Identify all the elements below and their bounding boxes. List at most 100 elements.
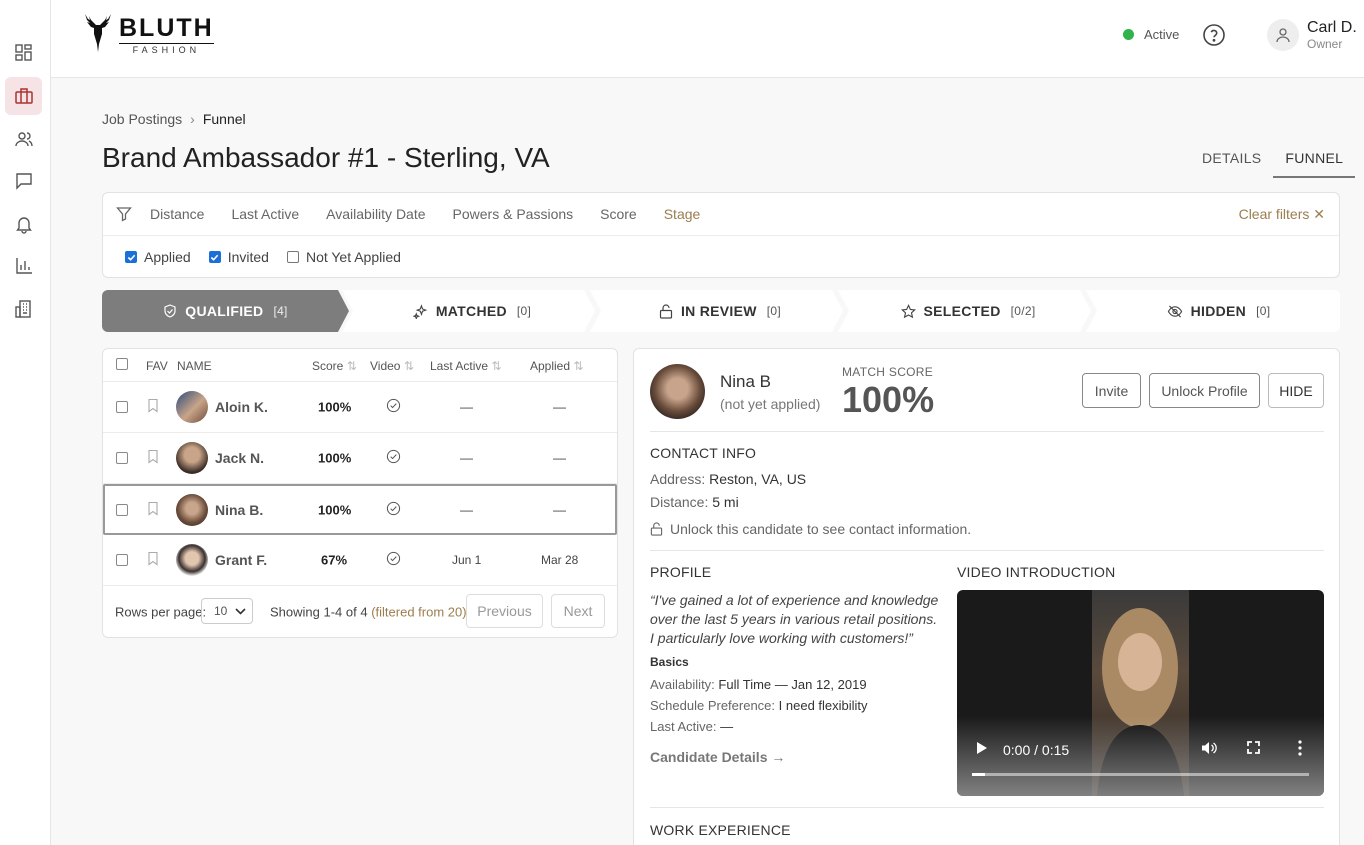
table-row[interactable]: Jack N. 100% — — <box>103 433 617 484</box>
filter-availability-date[interactable]: Availability Date <box>326 206 425 222</box>
stage-qualified[interactable]: QUALIFIED [4] <box>102 290 349 332</box>
video-check-icon <box>386 449 401 467</box>
tab-funnel[interactable]: FUNNEL <box>1273 146 1356 178</box>
checkbox-applied[interactable]: Applied <box>125 249 191 265</box>
checkbox-label: Applied <box>144 249 191 265</box>
candidate-name: Nina B <box>720 372 772 391</box>
brand-logo[interactable]: BLUTH FASHION <box>81 12 214 56</box>
video-progress-bar[interactable] <box>972 773 1309 776</box>
sidebar-item-jobs[interactable] <box>5 77 42 115</box>
distance-label: Distance: <box>650 494 709 510</box>
bookmark-icon[interactable] <box>147 551 159 569</box>
invite-button[interactable]: Invite <box>1082 373 1141 408</box>
availability-value: Full Time — Jan 12, 2019 <box>718 677 867 692</box>
last-active: — <box>460 450 473 466</box>
column-score[interactable]: Score ⇅ <box>312 359 357 373</box>
filter-last-active[interactable]: Last Active <box>231 206 299 222</box>
sidebar-item-notifications[interactable] <box>5 205 42 243</box>
candidate-name[interactable]: Aloin K. <box>215 399 268 415</box>
table-footer: Rows per page: 10 Showing 1-4 of 4 (filt… <box>103 586 617 637</box>
sidebar-item-messages[interactable] <box>5 162 42 200</box>
checkbox-invited[interactable]: Invited <box>208 249 269 265</box>
video-player[interactable]: 0:00 / 0:15 <box>957 590 1324 796</box>
filter-powers-passions[interactable]: Powers & Passions <box>453 206 574 222</box>
top-bar: BLUTH FASHION Active Carl D. Owner <box>51 0 1364 78</box>
address-value: Reston, VA, US <box>709 471 807 487</box>
unlock-profile-button[interactable]: Unlock Profile <box>1149 373 1260 408</box>
bookmark-icon[interactable] <box>147 449 159 467</box>
tab-details[interactable]: DETAILS <box>1190 146 1273 178</box>
schedule-value: I need flexibility <box>778 698 868 713</box>
fullscreen-icon[interactable] <box>1247 741 1260 757</box>
candidate-name[interactable]: Nina B. <box>215 502 263 518</box>
checkbox-checked[interactable] <box>208 251 221 263</box>
address-label: Address: <box>650 471 706 487</box>
stage-label: HIDDEN <box>1190 303 1247 319</box>
next-button[interactable]: Next <box>551 594 605 628</box>
hide-button[interactable]: HIDE <box>1268 373 1324 408</box>
brand-name: BLUTH <box>119 13 214 42</box>
status-indicator[interactable]: Active <box>1123 27 1179 42</box>
select-all-checkbox[interactable] <box>116 358 128 370</box>
stage-in-review[interactable]: IN REVIEW [0] <box>601 290 839 332</box>
rows-per-page-select[interactable]: 10 <box>201 598 253 624</box>
column-video[interactable]: Video ⇅ <box>370 359 414 373</box>
briefcase-icon <box>14 88 33 104</box>
candidate-status: (not yet applied) <box>720 396 821 412</box>
bookmark-icon[interactable] <box>147 398 159 416</box>
candidate-name[interactable]: Jack N. <box>215 450 264 466</box>
column-last-active[interactable]: Last Active ⇅ <box>430 359 501 373</box>
column-name[interactable]: NAME <box>177 359 212 373</box>
basics-heading: Basics <box>650 655 689 669</box>
user-menu[interactable]: Carl D. Owner <box>1267 18 1357 51</box>
sidebar-item-analytics[interactable] <box>5 247 42 285</box>
last-active-value: — <box>720 719 734 734</box>
contact-distance: Distance: 5 mi <box>650 494 739 510</box>
table-row[interactable]: Aloin K. 100% — — <box>103 382 617 433</box>
table-row[interactable]: Grant F. 67% Jun 1 Mar 28 <box>103 535 617 586</box>
checkbox-unchecked[interactable] <box>286 251 299 263</box>
stage-selected[interactable]: SELECTED [0/2] <box>849 290 1087 332</box>
applied-date: — <box>553 502 566 517</box>
lock-note-text: Unlock this candidate to see contact inf… <box>670 521 972 537</box>
filter-panel: Distance Last Active Availability Date P… <box>102 192 1340 278</box>
table-row-selected[interactable]: Nina B. 100% — — <box>103 484 617 535</box>
row-checkbox[interactable] <box>116 554 128 566</box>
sidebar-item-company[interactable] <box>5 290 42 328</box>
user-role: Owner <box>1307 37 1343 51</box>
last-active: — <box>460 399 473 415</box>
more-options-icon[interactable] <box>1298 740 1302 759</box>
stage-matched[interactable]: MATCHED [0] <box>353 290 591 332</box>
bookmark-icon[interactable] <box>147 501 159 518</box>
row-checkbox[interactable] <box>116 503 128 516</box>
filter-distance[interactable]: Distance <box>150 206 204 222</box>
filter-stage[interactable]: Stage <box>664 206 701 222</box>
candidate-details-link[interactable]: Candidate Details → <box>650 749 785 765</box>
video-time: 0:00 / 0:15 <box>1003 742 1070 758</box>
contact-address: Address: Reston, VA, US <box>650 471 806 487</box>
column-applied[interactable]: Applied ⇅ <box>530 359 583 373</box>
stage-hidden[interactable]: HIDDEN [0] <box>1097 290 1340 332</box>
play-icon[interactable] <box>976 741 988 758</box>
status-label: Active <box>1144 27 1180 42</box>
divider <box>650 431 1324 432</box>
checkbox-not-yet-applied[interactable]: Not Yet Applied <box>286 249 401 265</box>
sidebar-item-dashboard[interactable] <box>5 34 42 72</box>
breadcrumb-job-postings[interactable]: Job Postings <box>102 111 182 127</box>
showing-text: Showing 1-4 of 4 <box>270 604 368 619</box>
sidebar-item-people[interactable] <box>5 120 42 158</box>
checkbox-checked[interactable] <box>125 251 137 263</box>
volume-icon[interactable] <box>1201 741 1217 758</box>
clear-filters-button[interactable]: Clear filters ✕ <box>1239 206 1325 223</box>
row-checkbox[interactable] <box>116 401 128 413</box>
stage-label: QUALIFIED <box>185 303 264 319</box>
filter-score[interactable]: Score <box>600 206 637 222</box>
video-heading: VIDEO INTRODUCTION <box>957 564 1116 580</box>
row-checkbox[interactable] <box>116 452 128 464</box>
work-experience-heading: WORK EXPERIENCE <box>650 822 791 838</box>
help-button[interactable] <box>1202 23 1226 47</box>
table-header: FAV NAME Score ⇅ Video ⇅ Last Active ⇅ A… <box>103 349 617 382</box>
previous-button[interactable]: Previous <box>466 594 543 628</box>
breadcrumb: Job Postings › Funnel <box>102 111 246 127</box>
candidate-name[interactable]: Grant F. <box>215 552 267 568</box>
